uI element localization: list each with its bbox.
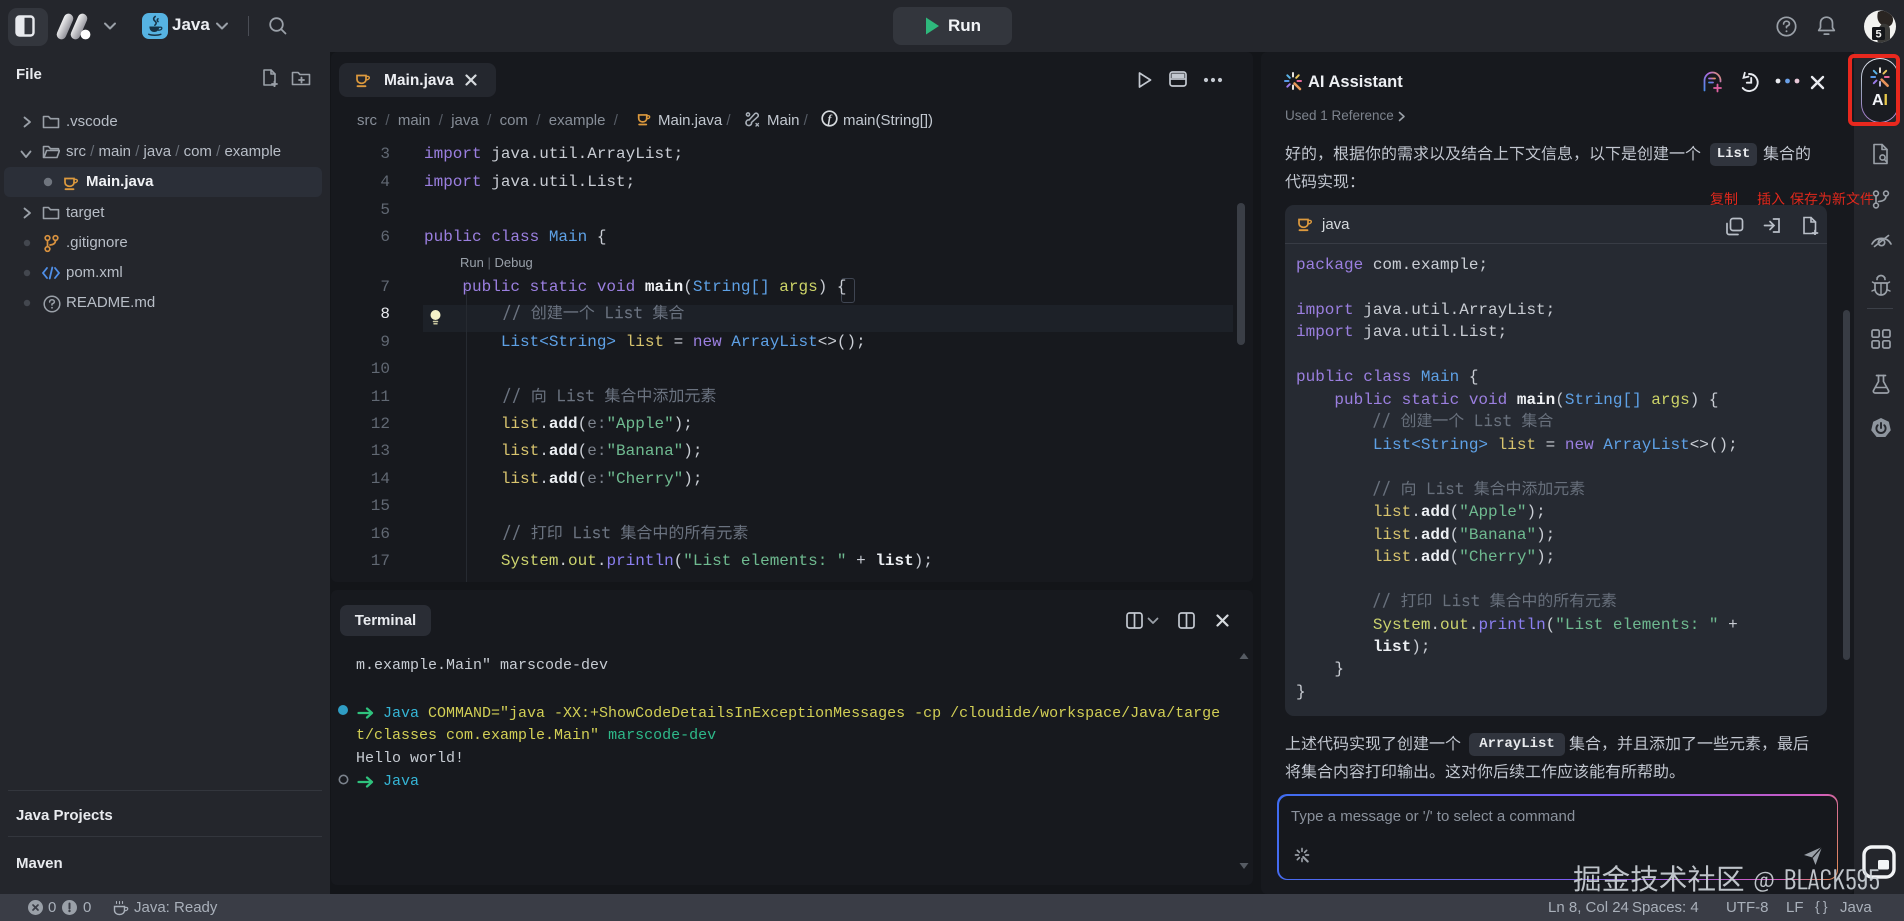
svg-text:f: f [828, 114, 833, 126]
svg-text:5: 5 [1875, 29, 1881, 41]
